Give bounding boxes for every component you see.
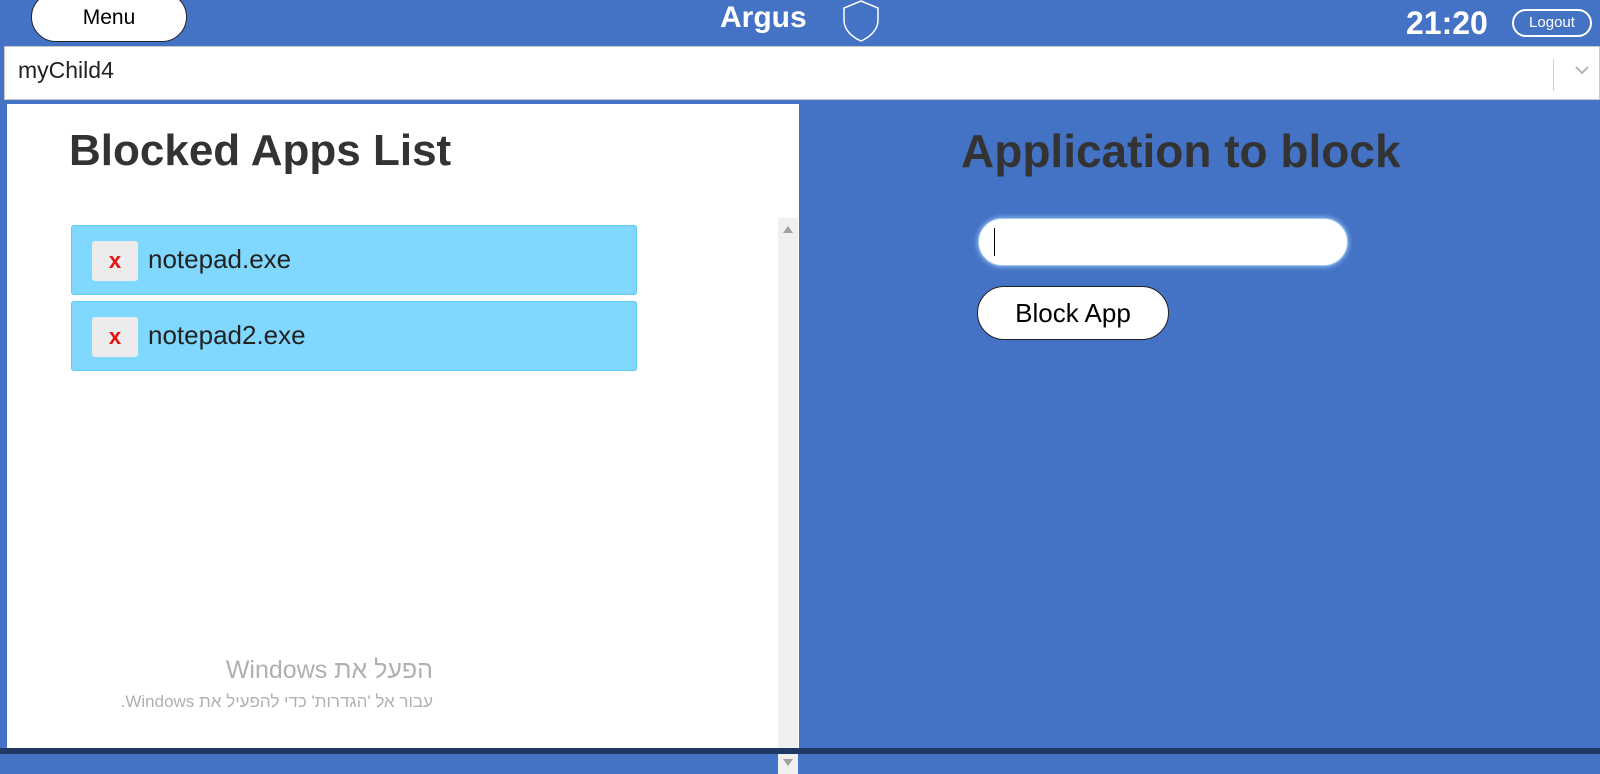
windows-activation-title: הפעל את Windows (225, 656, 433, 684)
windows-activation-subtitle: עבור אל 'הגדרות' כדי להפעיל את Windows. (120, 692, 433, 711)
child-select[interactable]: myChild4 (4, 46, 1600, 100)
block-app-title: Application to block (961, 125, 1401, 177)
blocked-apps-list: x notepad.exe x notepad2.exe (71, 225, 637, 377)
selected-child: myChild4 (18, 57, 114, 83)
blocked-apps-panel: Blocked Apps List x notepad.exe x notepa… (7, 104, 799, 774)
scroll-up-arrow-icon[interactable] (783, 226, 793, 233)
list-scrollbar[interactable] (778, 218, 798, 774)
app-name: notepad.exe (148, 244, 292, 274)
select-divider (1553, 59, 1554, 91)
list-item: x notepad.exe (71, 225, 637, 295)
shield-icon (843, 0, 879, 42)
chevron-down-icon[interactable] (1571, 59, 1593, 81)
app-title: Argus (720, 1, 807, 34)
remove-button[interactable]: x (92, 241, 138, 281)
app-name: notepad2.exe (148, 320, 306, 350)
block-app-button[interactable]: Block App (977, 286, 1169, 340)
list-item: x notepad2.exe (71, 301, 637, 371)
remove-button[interactable]: x (92, 317, 138, 357)
text-caret (994, 228, 995, 256)
scroll-down-arrow-icon[interactable] (783, 759, 793, 766)
menu-button[interactable]: Menu (31, 0, 187, 42)
app-name-input[interactable] (978, 218, 1348, 266)
clock: 21:20 (1406, 5, 1488, 41)
logout-button[interactable]: Logout (1512, 9, 1592, 37)
blocked-apps-title: Blocked Apps List (69, 126, 452, 175)
top-bar: Menu Argus 21:20 Logout (0, 0, 1600, 46)
bottom-edge (0, 748, 1600, 754)
